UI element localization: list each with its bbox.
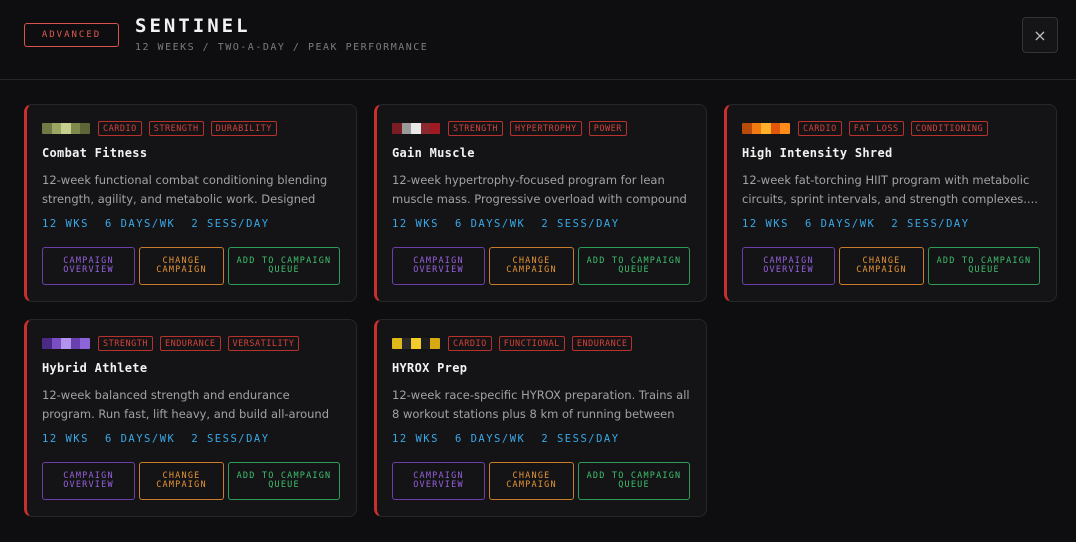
stat-item: 6 DAYS/WK <box>104 218 176 230</box>
card-actions: CAMPAIGN OVERVIEW CHANGE CAMPAIGN ADD TO C… <box>392 462 690 500</box>
stat-item: 2 SESS/DAY <box>891 218 970 230</box>
campaign-overview-button[interactable]: CAMPAIGN OVERVIEW <box>392 462 485 500</box>
color-swatch <box>42 123 90 134</box>
add-to-queue-button[interactable]: ADD TO CAMPAIGN QUEUE <box>578 247 690 285</box>
stat-item: 2 SESS/DAY <box>191 433 270 445</box>
stat-item: 6 DAYS/WK <box>804 218 876 230</box>
campaign-name: Hybrid Athlete <box>42 361 148 375</box>
stat-item: 6 DAYS/WK <box>454 218 526 230</box>
campaign-name: HYROX Prep <box>392 361 468 375</box>
tag-badge: VERSATILITY <box>227 336 300 351</box>
change-campaign-button[interactable]: CHANGE CAMPAIGN <box>489 462 574 500</box>
change-campaign-button[interactable]: CHANGE CAMPAIGN <box>489 247 574 285</box>
campaign-description: 12-week functional combat conditioning b… <box>42 173 328 206</box>
stat-item: 2 SESS/DAY <box>541 218 620 230</box>
tag-badge: FUNCTIONAL <box>498 336 565 351</box>
color-swatch <box>392 123 440 134</box>
campaign-card: CARDIO STRENGTH DURABILITY Combat Fitness 12… <box>24 104 357 302</box>
tag-badge: STRENGTH <box>98 336 153 351</box>
campaign-stats: 12 WKS 6 DAYS/WK 2 SESS/DAY <box>742 218 970 230</box>
close-button[interactable]: × <box>1022 17 1058 53</box>
tag-badge: CONDITIONING <box>910 121 989 136</box>
tag-badge: CARDIO <box>798 121 842 136</box>
stat-item: 12 WKS <box>42 433 89 445</box>
campaign-name: High Intensity Shred <box>742 146 893 160</box>
campaign-description: 12-week balanced strength and endurance … <box>42 388 329 421</box>
stat-item: 12 WKS <box>742 218 789 230</box>
campaign-card: CARDIO FAT LOSS CONDITIONING High Intensity… <box>724 104 1057 302</box>
tag-badge: CARDIO <box>448 336 492 351</box>
tag-badge: FAT LOSS <box>848 121 904 136</box>
stat-item: 2 SESS/DAY <box>541 433 620 445</box>
campaign-description: 12-week fat-torching HIIT program with m… <box>742 173 1038 206</box>
campaign-card: STRENGTH HYPERTROPHY POWER Gain Muscle 12-we… <box>374 104 707 302</box>
campaign-name: Gain Muscle <box>392 146 475 160</box>
campaign-stats: 12 WKS 6 DAYS/WK 2 SESS/DAY <box>42 218 270 230</box>
program-subtitle: 12 WEEKS / TWO-A-DAY / PEAK PERFORMANCE <box>135 42 429 53</box>
campaign-stats: 12 WKS 6 DAYS/WK 2 SESS/DAY <box>392 433 620 445</box>
tag-badge: POWER <box>588 121 627 136</box>
campaign-name: Combat Fitness <box>42 146 148 160</box>
campaign-description: 12-week hypertrophy-focused program for … <box>392 173 687 206</box>
tag-badge: CARDIO <box>98 121 142 136</box>
campaign-card: CARDIO FUNCTIONAL ENDURANCE HYROX Prep 12-we… <box>374 319 707 517</box>
campaign-stats: 12 WKS 6 DAYS/WK 2 SESS/DAY <box>42 433 270 445</box>
campaign-stats: 12 WKS 6 DAYS/WK 2 SESS/DAY <box>392 218 620 230</box>
tag-list: CARDIO FUNCTIONAL ENDURANCE <box>448 336 633 351</box>
campaign-card: STRENGTH ENDURANCE VERSATILITY Hybrid Athle… <box>24 319 357 517</box>
card-actions: CAMPAIGN OVERVIEW CHANGE CAMPAIGN ADD TO C… <box>392 247 690 285</box>
stat-item: 2 SESS/DAY <box>191 218 270 230</box>
card-actions: CAMPAIGN OVERVIEW CHANGE CAMPAIGN ADD TO C… <box>42 247 340 285</box>
tag-list: STRENGTH ENDURANCE VERSATILITY <box>98 336 300 351</box>
stat-item: 6 DAYS/WK <box>104 433 176 445</box>
color-swatch <box>392 338 440 349</box>
campaign-description: 12-week race-specific HYROX preparation.… <box>392 388 690 421</box>
stat-item: 12 WKS <box>392 433 439 445</box>
stat-item: 12 WKS <box>42 218 89 230</box>
tag-badge: STRENGTH <box>148 121 204 136</box>
tag-badge: ENDURANCE <box>159 336 221 351</box>
program-header: ADVANCED SENTINEL 12 WEEKS / TWO-A-DAY /… <box>0 0 1076 80</box>
card-actions: CAMPAIGN OVERVIEW CHANGE CAMPAIGN ADD TO C… <box>42 462 340 500</box>
add-to-queue-button[interactable]: ADD TO CAMPAIGN QUEUE <box>228 462 340 500</box>
campaign-overview-button[interactable]: CAMPAIGN OVERVIEW <box>42 462 135 500</box>
tag-list: STRENGTH HYPERTROPHY POWER <box>448 121 627 136</box>
change-campaign-button[interactable]: CHANGE CAMPAIGN <box>139 247 224 285</box>
change-campaign-button[interactable]: CHANGE CAMPAIGN <box>839 247 924 285</box>
campaign-overview-button[interactable]: CAMPAIGN OVERVIEW <box>742 247 835 285</box>
stat-item: 6 DAYS/WK <box>454 433 526 445</box>
color-swatch <box>42 338 90 349</box>
campaign-overview-button[interactable]: CAMPAIGN OVERVIEW <box>392 247 485 285</box>
tag-list: CARDIO STRENGTH DURABILITY <box>98 121 277 136</box>
tag-badge: DURABILITY <box>210 121 277 136</box>
change-campaign-button[interactable]: CHANGE CAMPAIGN <box>139 462 224 500</box>
tag-list: CARDIO FAT LOSS CONDITIONING <box>798 121 989 136</box>
close-icon: × <box>1033 25 1047 45</box>
add-to-queue-button[interactable]: ADD TO CAMPAIGN QUEUE <box>578 462 690 500</box>
level-badge: ADVANCED <box>24 23 119 47</box>
card-actions: CAMPAIGN OVERVIEW CHANGE CAMPAIGN ADD TO C… <box>742 247 1040 285</box>
color-swatch <box>742 123 790 134</box>
tag-badge: STRENGTH <box>448 121 503 136</box>
add-to-queue-button[interactable]: ADD TO CAMPAIGN QUEUE <box>928 247 1040 285</box>
program-title: SENTINEL <box>135 15 251 37</box>
stat-item: 12 WKS <box>392 218 439 230</box>
add-to-queue-button[interactable]: ADD TO CAMPAIGN QUEUE <box>228 247 340 285</box>
tag-badge: ENDURANCE <box>571 336 633 351</box>
campaign-overview-button[interactable]: CAMPAIGN OVERVIEW <box>42 247 135 285</box>
tag-badge: HYPERTROPHY <box>509 121 582 136</box>
